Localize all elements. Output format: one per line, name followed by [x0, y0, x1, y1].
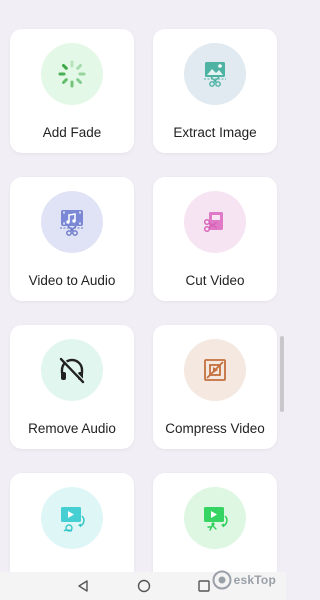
icon-circle [184, 43, 246, 105]
watermark-text: eskTop [233, 573, 276, 587]
tool-card-remove-audio[interactable]: Remove Audio [10, 325, 134, 449]
compress-video-icon [204, 359, 226, 381]
tool-card-add-fade[interactable]: Add Fade [10, 29, 134, 153]
icon-circle [41, 43, 103, 105]
tool-label: Remove Audio [28, 421, 116, 436]
tool-label: Cut Video [185, 273, 245, 288]
icon-circle [41, 487, 103, 549]
cut-video-icon [203, 212, 223, 233]
tools-grid: Add Fade Extract Image Video to Audio Cu… [0, 0, 286, 572]
tool-card-video-to-audio[interactable]: Video to Audio [10, 177, 134, 301]
tool-label: Add Fade [42, 125, 102, 140]
home-circle-icon[interactable] [136, 578, 152, 594]
icon-circle [41, 339, 103, 401]
video-to-audio-icon [60, 210, 84, 236]
tool-label: Extract Image [173, 125, 257, 140]
tool-card-compress-video[interactable]: Compress Video [153, 325, 277, 449]
extract-image-icon [204, 62, 226, 87]
tool-card-slow-motion[interactable] [10, 473, 134, 572]
watermark-logo-icon [212, 570, 232, 590]
scrollbar[interactable] [280, 336, 284, 412]
icon-circle [184, 339, 246, 401]
app-screen: Add Fade Extract Image Video to Audio Cu… [0, 0, 286, 600]
recent-square-icon[interactable] [196, 578, 212, 594]
icon-circle [41, 191, 103, 253]
tool-label: Video to Audio [28, 273, 116, 288]
tool-card-extract-image[interactable]: Extract Image [153, 29, 277, 153]
fast-motion-icon [204, 507, 228, 531]
icon-circle [184, 191, 246, 253]
tool-card-cut-video[interactable]: Cut Video [153, 177, 277, 301]
watermark: eskTop [212, 570, 276, 590]
fade-spinner-icon [58, 60, 86, 88]
icon-circle [184, 487, 246, 549]
remove-audio-icon [59, 357, 85, 384]
tool-label: Compress Video [165, 421, 265, 436]
back-triangle-icon[interactable] [75, 578, 91, 594]
slow-motion-icon [61, 507, 85, 532]
tool-card-fast-motion[interactable] [153, 473, 277, 572]
